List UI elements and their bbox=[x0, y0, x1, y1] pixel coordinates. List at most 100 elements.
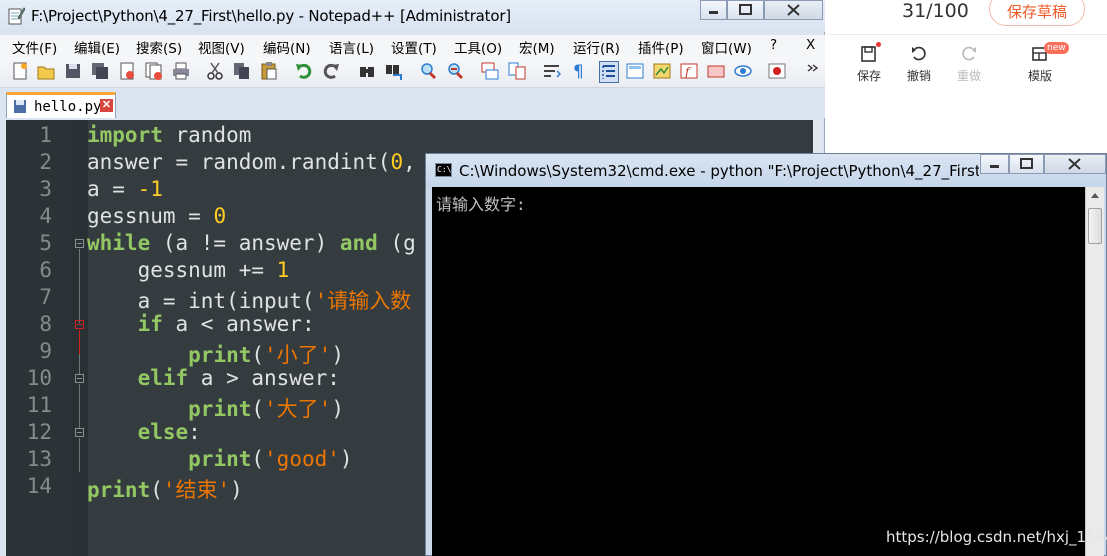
line-number: 7 bbox=[39, 285, 52, 309]
menu-language[interactable]: 语言(L) bbox=[329, 37, 374, 57]
code-line: print('结束') bbox=[87, 478, 243, 502]
line-number: 3 bbox=[39, 177, 52, 201]
menu-edit[interactable]: 编辑(E) bbox=[74, 37, 120, 57]
cmd-close-button[interactable] bbox=[1044, 154, 1106, 174]
code-line: a = -1 bbox=[87, 177, 163, 201]
console-scrollbar[interactable] bbox=[1085, 187, 1104, 556]
menu-encoding[interactable]: 编码(N) bbox=[263, 37, 311, 57]
menu-close-doc[interactable]: X bbox=[806, 37, 815, 53]
template-tool-label: 模版 bbox=[1027, 69, 1052, 83]
minimize-button[interactable] bbox=[700, 0, 727, 20]
scroll-up-arrow-icon[interactable] bbox=[1086, 187, 1104, 205]
save-tool-button[interactable]: 保存 bbox=[849, 42, 889, 84]
maximize-button[interactable] bbox=[727, 0, 764, 20]
zoom-in-icon[interactable] bbox=[419, 61, 437, 81]
cut-icon[interactable] bbox=[206, 61, 224, 81]
zoom-out-icon[interactable] bbox=[446, 61, 464, 81]
save-tool-label: 保存 bbox=[856, 69, 881, 83]
new-file-icon[interactable] bbox=[11, 61, 29, 81]
line-number: 10 bbox=[26, 366, 52, 390]
menu-settings[interactable]: 设置(T) bbox=[391, 37, 437, 57]
unsaved-dot bbox=[876, 42, 881, 47]
cmd-maximize-button[interactable] bbox=[1009, 154, 1044, 174]
cmd-title-bar: C:\ C:\Windows\System32\cmd.exe - python… bbox=[426, 154, 1106, 187]
tab-hello-py[interactable]: hello.py ✕ bbox=[6, 92, 116, 118]
redo-tool-label: 重做 bbox=[956, 69, 981, 83]
undo-icon[interactable] bbox=[295, 61, 313, 81]
tab-label: hello.py bbox=[34, 99, 102, 115]
toolbar: ¶ f bbox=[0, 57, 825, 88]
fold-toggle-if[interactable] bbox=[75, 320, 84, 329]
undo-tool-button[interactable]: 撤销 bbox=[899, 44, 939, 84]
file-saved-icon bbox=[14, 100, 26, 113]
menu-macro[interactable]: 宏(M) bbox=[519, 37, 555, 57]
code-line: gessnum += 1 bbox=[87, 258, 290, 282]
find-icon[interactable] bbox=[358, 61, 376, 81]
open-file-icon[interactable] bbox=[37, 61, 55, 81]
cmd-minimize-button[interactable] bbox=[980, 154, 1009, 174]
fold-line bbox=[79, 249, 80, 323]
menu-run[interactable]: 运行(R) bbox=[573, 37, 620, 57]
maximize-icon bbox=[739, 4, 752, 15]
line-number: 1 bbox=[39, 123, 52, 147]
redo-tool-button[interactable]: 重做 bbox=[949, 44, 989, 84]
code-line: elif a > answer: bbox=[137, 366, 340, 390]
user-language-icon[interactable] bbox=[626, 61, 644, 81]
fold-toggle-else[interactable] bbox=[75, 428, 84, 437]
new-badge: new bbox=[1044, 42, 1069, 54]
folder-workspace-icon[interactable] bbox=[707, 61, 725, 81]
cmd-app-icon: C:\ bbox=[435, 163, 452, 177]
console-output-area[interactable]: 请输入数字: bbox=[432, 187, 1085, 556]
fold-line bbox=[79, 438, 80, 472]
paste-icon[interactable] bbox=[260, 61, 278, 81]
template-tool-button[interactable]: new 模版 bbox=[1020, 42, 1069, 84]
code-line: gessnum = 0 bbox=[87, 204, 227, 228]
menu-tools[interactable]: 工具(O) bbox=[454, 37, 502, 57]
code-line: import random bbox=[87, 123, 252, 147]
window-close-button[interactable] bbox=[764, 0, 823, 20]
code-line: a = int(input('请输入数 bbox=[87, 289, 412, 313]
menu-window[interactable]: 窗口(W) bbox=[701, 37, 752, 57]
divider bbox=[828, 34, 1107, 35]
code-line: if a < answer: bbox=[137, 312, 315, 336]
show-all-characters-icon[interactable]: ¶ bbox=[570, 61, 588, 81]
save-file-icon[interactable] bbox=[64, 61, 82, 81]
close-all-icon[interactable] bbox=[145, 61, 163, 81]
undo-tool-label: 撤销 bbox=[906, 69, 931, 83]
fold-toggle-while[interactable] bbox=[75, 239, 84, 248]
fold-toggle-elif[interactable] bbox=[75, 374, 84, 383]
menu-file[interactable]: 文件(F) bbox=[12, 37, 57, 57]
sync-horizontal-icon[interactable] bbox=[508, 61, 526, 81]
sync-vertical-icon[interactable] bbox=[481, 61, 499, 81]
redo-icon[interactable] bbox=[322, 61, 340, 81]
word-wrap-icon[interactable] bbox=[543, 61, 561, 81]
function-list-icon[interactable]: f bbox=[680, 61, 698, 81]
replace-icon[interactable] bbox=[385, 61, 403, 81]
code-line: print('good') bbox=[188, 447, 353, 471]
cmd-window-title: C:\Windows\System32\cmd.exe - python "F:… bbox=[459, 162, 979, 180]
menu-help[interactable]: ? bbox=[770, 37, 777, 53]
line-number: 12 bbox=[26, 420, 52, 444]
menu-plugins[interactable]: 插件(P) bbox=[638, 37, 684, 57]
print-icon[interactable] bbox=[172, 61, 190, 81]
scroll-thumb[interactable] bbox=[1088, 208, 1102, 244]
maximize-icon bbox=[1020, 158, 1033, 169]
redo-icon bbox=[962, 46, 976, 61]
indent-guide-icon[interactable] bbox=[599, 61, 619, 83]
macro-record-icon[interactable] bbox=[768, 61, 786, 81]
save-draft-button[interactable]: 保存草稿 bbox=[989, 0, 1085, 26]
close-file-icon[interactable] bbox=[118, 61, 136, 81]
line-number: 13 bbox=[26, 447, 52, 471]
save-all-icon[interactable] bbox=[91, 61, 109, 81]
menu-view[interactable]: 视图(V) bbox=[198, 37, 245, 57]
toolbar-overflow-icon[interactable] bbox=[804, 61, 822, 81]
close-icon bbox=[1068, 158, 1081, 170]
document-map-icon[interactable] bbox=[653, 61, 671, 81]
line-number: 9 bbox=[39, 339, 52, 363]
tab-close-icon[interactable]: ✕ bbox=[100, 99, 113, 112]
line-number: 5 bbox=[39, 231, 52, 255]
line-number: 2 bbox=[39, 150, 52, 174]
monitoring-icon[interactable] bbox=[734, 61, 752, 81]
copy-icon[interactable] bbox=[233, 61, 251, 81]
menu-search[interactable]: 搜索(S) bbox=[136, 37, 182, 57]
